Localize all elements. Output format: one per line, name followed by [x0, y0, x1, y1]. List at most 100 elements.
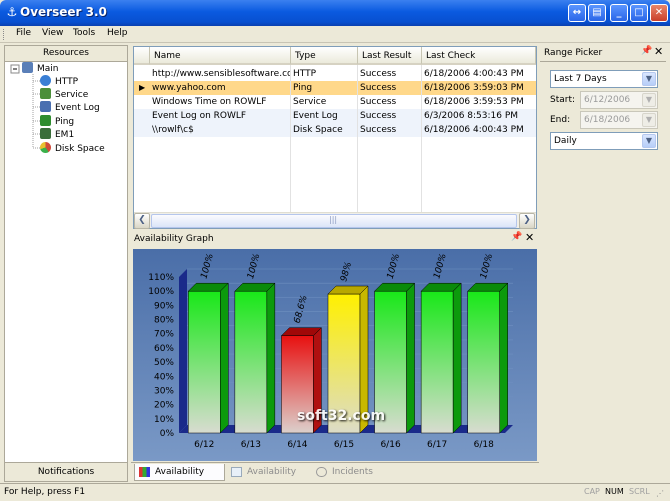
num-indicator: NUM — [605, 487, 624, 496]
back-forward-icon[interactable]: ↔ — [568, 4, 586, 22]
scroll-left-button[interactable]: ❮ — [134, 213, 150, 229]
resize-grip-icon[interactable]: ⋰ — [656, 489, 664, 498]
y-tick-label: 80% — [154, 316, 174, 326]
disk-space-icon — [40, 142, 51, 153]
chart-side-wall — [179, 269, 187, 433]
status-bar: For Help, press F1 CAP NUM SCRL ⋰ — [0, 483, 670, 501]
notifications-tab[interactable]: Notifications — [4, 462, 128, 482]
chevron-down-icon[interactable]: ▼ — [642, 72, 656, 86]
bar-side — [220, 282, 229, 434]
maximize-button[interactable]: □ — [630, 4, 648, 22]
menu-file[interactable]: File — [16, 28, 31, 38]
service-icon — [40, 88, 51, 99]
x-tick-label: 6/14 — [287, 440, 307, 450]
tab-availability-graph[interactable]: Availability Graph — [134, 464, 225, 493]
y-tick-label: 60% — [154, 344, 174, 354]
bar — [420, 290, 454, 434]
bar — [467, 290, 500, 434]
x-tick-label: 6/15 — [334, 440, 354, 450]
x-tick-label: 6/17 — [427, 440, 447, 450]
y-tick-label: 50% — [154, 358, 174, 368]
bar-chart-icon — [139, 467, 150, 477]
menu-bar: File View Tools Help — [0, 26, 670, 43]
panel-layout-icon[interactable]: ▤ — [588, 4, 606, 22]
tree-item-em1[interactable]: EM1 — [40, 128, 74, 141]
anchor-icon: ⚓ — [6, 5, 18, 19]
y-tick-label: 10% — [154, 415, 174, 425]
event-log-icon — [40, 101, 51, 112]
y-tick-label: 110% — [148, 273, 174, 283]
resources-tree[interactable]: Main HTTP Service Event Log Ping EM1 Dis… — [4, 62, 128, 462]
tab-availability-grid[interactable]: Availability Grid — [227, 464, 310, 493]
column-header-last-check[interactable]: Last Check — [422, 47, 536, 65]
tree-item-event-log[interactable]: Event Log — [40, 101, 100, 114]
tab-incidents[interactable]: Incidents — [312, 464, 373, 481]
sad-face-icon — [316, 467, 327, 477]
range-picker-close-icon[interactable]: ✕ — [654, 45, 663, 58]
status-text: For Help, press F1 — [4, 487, 86, 497]
toolbar-grip[interactable] — [3, 29, 6, 40]
ping-icon — [40, 115, 51, 126]
tree-item-main[interactable]: Main — [22, 62, 59, 75]
graph-panel-header[interactable]: Availability Graph — [131, 231, 538, 247]
menu-tools[interactable]: Tools — [73, 28, 95, 38]
thumb-grip-icon: ||| — [329, 215, 338, 224]
column-header-last-result[interactable]: Last Result — [358, 47, 422, 65]
network-icon — [22, 62, 33, 73]
x-tick-label: 6/12 — [194, 440, 214, 450]
scroll-thumb[interactable]: ||| — [151, 214, 517, 228]
menu-view[interactable]: View — [42, 28, 63, 38]
y-tick-label: 20% — [154, 401, 174, 411]
minimize-button[interactable]: _ — [610, 4, 628, 22]
grid-horizontal-scrollbar[interactable]: ❮ ||| ❯ — [134, 212, 536, 229]
end-date-picker[interactable]: 6/18/2006 ▼ — [580, 111, 658, 129]
window-title: Overseer 3.0 — [20, 5, 107, 19]
chevron-down-icon[interactable]: ▼ — [642, 113, 656, 127]
bar-side — [499, 282, 508, 434]
y-tick-label: 70% — [154, 330, 174, 340]
x-tick-label: 6/13 — [241, 440, 261, 450]
title-bar[interactable]: ⚓ Overseer 3.0 ↔ ▤ _ □ ✕ — [0, 0, 670, 26]
caps-indicator: CAP — [584, 487, 600, 496]
tree-item-disk-space[interactable]: Disk Space — [40, 142, 105, 155]
column-header-name[interactable]: Name — [150, 47, 291, 65]
bar-side — [452, 282, 462, 434]
granularity-select[interactable]: Daily ▼ — [550, 132, 658, 150]
resources-grid[interactable]: Name Type Last Result Last Check http://… — [133, 46, 537, 229]
y-tick-label: 90% — [154, 301, 174, 311]
column-header-type[interactable]: Type — [291, 47, 358, 65]
pin-icon[interactable]: 📌 — [511, 232, 522, 242]
grid-icon — [231, 467, 242, 477]
range-select[interactable]: Last 7 Days ▼ — [550, 70, 658, 88]
end-label: End: — [550, 115, 571, 125]
em-icon — [40, 128, 51, 139]
pin-icon[interactable]: 📌 — [641, 46, 652, 56]
watermark: soft32.com — [297, 408, 386, 424]
tree-item-http[interactable]: HTTP — [40, 75, 78, 88]
bar-side — [266, 282, 276, 434]
row-header-corner — [134, 47, 150, 65]
close-button[interactable]: ✕ — [650, 4, 668, 22]
graph-close-icon[interactable]: ✕ — [525, 231, 534, 244]
scroll-indicator: SCRL — [629, 487, 650, 496]
start-date-picker[interactable]: 6/12/2006 ▼ — [580, 91, 658, 109]
menu-help[interactable]: Help — [107, 28, 128, 38]
chevron-down-icon[interactable]: ▼ — [642, 134, 656, 148]
x-tick-label: 6/16 — [380, 440, 400, 450]
tree-item-service[interactable]: Service — [40, 88, 88, 101]
bar — [188, 290, 221, 434]
bar-side — [406, 282, 415, 434]
y-tick-label: 0% — [160, 429, 175, 439]
scroll-right-button[interactable]: ❯ — [519, 213, 535, 229]
availability-chart: 0%10%20%30%40%50%60%70%80%90%100%110% 100… — [133, 249, 537, 461]
resources-header[interactable]: Resources — [4, 45, 128, 62]
y-tick-label: 100% — [148, 287, 174, 297]
globe-icon — [40, 75, 51, 86]
start-label: Start: — [550, 95, 576, 105]
y-tick-label: 40% — [154, 372, 174, 382]
x-tick-label: 6/18 — [474, 440, 494, 450]
y-tick-label: 30% — [154, 386, 174, 396]
chevron-down-icon[interactable]: ▼ — [642, 93, 656, 107]
grid-lines — [290, 65, 422, 213]
tree-item-ping[interactable]: Ping — [40, 115, 74, 128]
